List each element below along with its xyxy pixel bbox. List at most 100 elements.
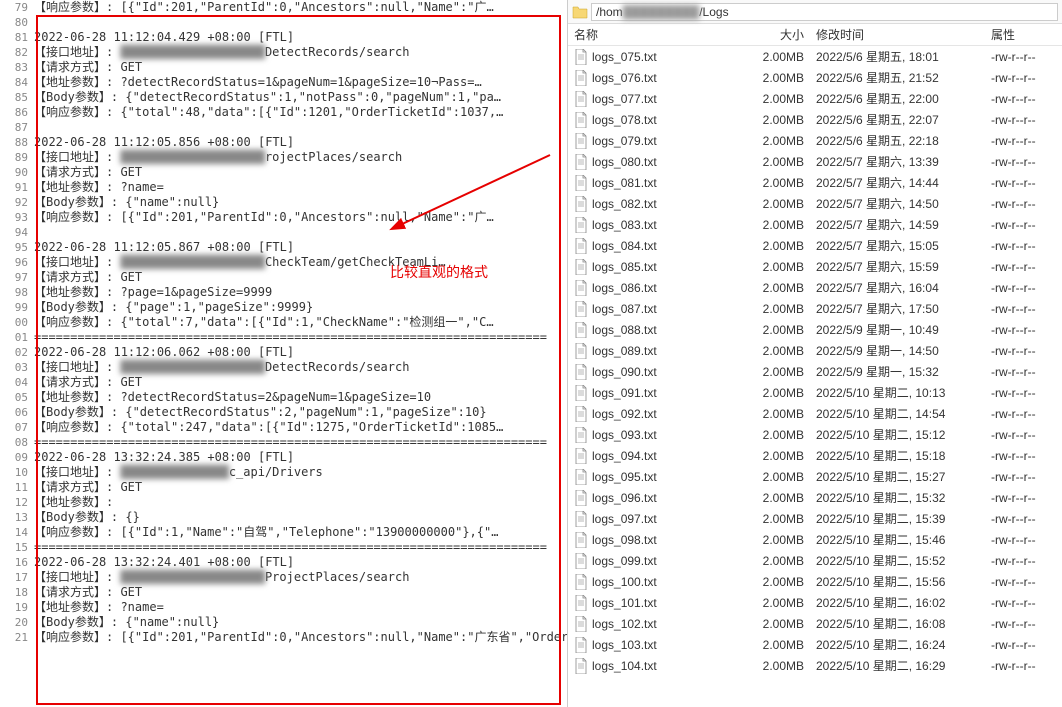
file-row[interactable]: logs_100.txt2.00MB2022/5/10 星期二, 15:56-r… bbox=[568, 571, 1062, 592]
header-size[interactable]: 大小 bbox=[747, 26, 812, 43]
code-line[interactable]: 【响应参数】: [{"Id":201,"ParentId":0,"Ancesto… bbox=[34, 0, 567, 15]
file-row[interactable]: logs_078.txt2.00MB2022/5/6 星期五, 22:07-rw… bbox=[568, 109, 1062, 130]
code-line[interactable]: 2022-06-28 11:12:06.062 +08:00 [FTL] bbox=[34, 345, 567, 360]
code-line[interactable] bbox=[34, 15, 567, 30]
file-row[interactable]: logs_094.txt2.00MB2022/5/10 星期二, 15:18-r… bbox=[568, 445, 1062, 466]
code-line[interactable]: 2022-06-28 11:12:04.429 +08:00 [FTL] bbox=[34, 30, 567, 45]
file-date: 2022/5/10 星期二, 15:52 bbox=[812, 552, 987, 569]
file-size: 2.00MB bbox=[747, 428, 812, 442]
code-line[interactable]: ========================================… bbox=[34, 330, 567, 345]
file-name: logs_081.txt bbox=[592, 176, 657, 190]
file-size: 2.00MB bbox=[747, 50, 812, 64]
file-row[interactable]: logs_099.txt2.00MB2022/5/10 星期二, 15:52-r… bbox=[568, 550, 1062, 571]
code-line[interactable]: 【Body参数】: {"page":1,"pageSize":9999} bbox=[34, 300, 567, 315]
code-line[interactable]: 【地址参数】: ?name= bbox=[34, 180, 567, 195]
file-row[interactable]: logs_091.txt2.00MB2022/5/10 星期二, 10:13-r… bbox=[568, 382, 1062, 403]
file-row[interactable]: logs_103.txt2.00MB2022/5/10 星期二, 16:24-r… bbox=[568, 634, 1062, 655]
code-line[interactable]: 【响应参数】: [{"Id":1,"Name":"自驾","Telephone"… bbox=[34, 525, 567, 540]
file-attr: -rw-r--r-- bbox=[987, 302, 1062, 316]
file-name: logs_104.txt bbox=[592, 659, 657, 673]
file-row[interactable]: logs_079.txt2.00MB2022/5/6 星期五, 22:18-rw… bbox=[568, 130, 1062, 151]
file-row[interactable]: logs_075.txt2.00MB2022/5/6 星期五, 18:01-rw… bbox=[568, 46, 1062, 67]
file-date: 2022/5/7 星期六, 17:50 bbox=[812, 300, 987, 317]
code-line[interactable]: 2022-06-28 13:32:24.385 +08:00 [FTL] bbox=[34, 450, 567, 465]
code-line[interactable]: 2022-06-28 11:12:05.856 +08:00 [FTL] bbox=[34, 135, 567, 150]
file-date: 2022/5/10 星期二, 14:54 bbox=[812, 405, 987, 422]
code-line[interactable]: 【请求方式】: GET bbox=[34, 375, 567, 390]
file-attr: -rw-r--r-- bbox=[987, 197, 1062, 211]
code-line[interactable]: 【接口地址】: ███████████████c_api/Drivers bbox=[34, 465, 567, 480]
file-name: logs_097.txt bbox=[592, 512, 657, 526]
code-line[interactable]: 2022-06-28 11:12:05.867 +08:00 [FTL] bbox=[34, 240, 567, 255]
file-size: 2.00MB bbox=[747, 260, 812, 274]
code-line[interactable]: 【请求方式】: GET bbox=[34, 480, 567, 495]
code-line[interactable]: 【请求方式】: GET bbox=[34, 60, 567, 75]
file-row[interactable]: logs_092.txt2.00MB2022/5/10 星期二, 14:54-r… bbox=[568, 403, 1062, 424]
file-date: 2022/5/6 星期五, 21:52 bbox=[812, 69, 987, 86]
code-line[interactable]: 【Body参数】: {"detectRecordStatus":1,"notPa… bbox=[34, 90, 567, 105]
code-line[interactable]: 【响应参数】: {"total":247,"data":[{"Id":1275,… bbox=[34, 420, 567, 435]
code-line[interactable]: 【地址参数】: ?name= bbox=[34, 600, 567, 615]
file-name: logs_092.txt bbox=[592, 407, 657, 421]
file-name: logs_100.txt bbox=[592, 575, 657, 589]
file-size: 2.00MB bbox=[747, 281, 812, 295]
file-row[interactable]: logs_077.txt2.00MB2022/5/6 星期五, 22:00-rw… bbox=[568, 88, 1062, 109]
file-row[interactable]: logs_101.txt2.00MB2022/5/10 星期二, 16:02-r… bbox=[568, 592, 1062, 613]
code-line[interactable]: 【Body参数】: {"name":null} bbox=[34, 195, 567, 210]
file-date: 2022/5/10 星期二, 15:27 bbox=[812, 468, 987, 485]
code-line[interactable]: 【接口地址】: ████████████████████rojectPlaces… bbox=[34, 150, 567, 165]
code-line[interactable]: 【请求方式】: GET bbox=[34, 165, 567, 180]
file-date: 2022/5/10 星期二, 10:13 bbox=[812, 384, 987, 401]
code-line[interactable]: 【响应参数】: {"total":48,"data":[{"Id":1201,"… bbox=[34, 105, 567, 120]
file-row[interactable]: logs_089.txt2.00MB2022/5/9 星期一, 14:50-rw… bbox=[568, 340, 1062, 361]
code-line[interactable]: 【响应参数】: [{"Id":201,"ParentId":0,"Ancesto… bbox=[34, 630, 567, 645]
file-row[interactable]: logs_087.txt2.00MB2022/5/7 星期六, 17:50-rw… bbox=[568, 298, 1062, 319]
file-date: 2022/5/10 星期二, 15:46 bbox=[812, 531, 987, 548]
file-row[interactable]: logs_096.txt2.00MB2022/5/10 星期二, 15:32-r… bbox=[568, 487, 1062, 508]
file-row[interactable]: logs_085.txt2.00MB2022/5/7 星期六, 15:59-rw… bbox=[568, 256, 1062, 277]
code-line[interactable]: 【接口地址】: ████████████████████DetectRecord… bbox=[34, 360, 567, 375]
file-row[interactable]: logs_090.txt2.00MB2022/5/9 星期一, 15:32-rw… bbox=[568, 361, 1062, 382]
file-row[interactable]: logs_081.txt2.00MB2022/5/7 星期六, 14:44-rw… bbox=[568, 172, 1062, 193]
code-line[interactable]: 【地址参数】: ?detectRecordStatus=2&pageNum=1&… bbox=[34, 390, 567, 405]
code-line[interactable]: 2022-06-28 13:32:24.401 +08:00 [FTL] bbox=[34, 555, 567, 570]
file-row[interactable]: logs_086.txt2.00MB2022/5/7 星期六, 16:04-rw… bbox=[568, 277, 1062, 298]
header-name[interactable]: 名称 bbox=[568, 26, 747, 43]
file-row[interactable]: logs_080.txt2.00MB2022/5/7 星期六, 13:39-rw… bbox=[568, 151, 1062, 172]
code-line[interactable]: 【响应参数】: [{"Id":201,"ParentId":0,"Ancesto… bbox=[34, 210, 567, 225]
file-row[interactable]: logs_098.txt2.00MB2022/5/10 星期二, 15:46-r… bbox=[568, 529, 1062, 550]
file-attr: -rw-r--r-- bbox=[987, 71, 1062, 85]
file-row[interactable]: logs_095.txt2.00MB2022/5/10 星期二, 15:27-r… bbox=[568, 466, 1062, 487]
header-attr[interactable]: 属性 bbox=[987, 26, 1062, 43]
file-attr: -rw-r--r-- bbox=[987, 407, 1062, 421]
code-line[interactable]: 【Body参数】: {"detectRecordStatus":2,"pageN… bbox=[34, 405, 567, 420]
code-line[interactable] bbox=[34, 225, 567, 240]
file-row[interactable]: logs_097.txt2.00MB2022/5/10 星期二, 15:39-r… bbox=[568, 508, 1062, 529]
code-line[interactable] bbox=[34, 120, 567, 135]
file-row[interactable]: logs_083.txt2.00MB2022/5/7 星期六, 14:59-rw… bbox=[568, 214, 1062, 235]
code-line[interactable]: 【接口地址】: ████████████████████ProjectPlace… bbox=[34, 570, 567, 585]
path-input[interactable]: /hom█████████/Logs bbox=[591, 3, 1058, 21]
file-row[interactable]: logs_104.txt2.00MB2022/5/10 星期二, 16:29-r… bbox=[568, 655, 1062, 676]
file-row[interactable]: logs_088.txt2.00MB2022/5/9 星期一, 10:49-rw… bbox=[568, 319, 1062, 340]
code-line[interactable]: 【地址参数】: ?page=1&pageSize=9999 bbox=[34, 285, 567, 300]
code-content[interactable]: 【响应参数】: [{"Id":201,"ParentId":0,"Ancesto… bbox=[34, 0, 567, 645]
code-line[interactable]: 【Body参数】: {} bbox=[34, 510, 567, 525]
file-attr: -rw-r--r-- bbox=[987, 113, 1062, 127]
code-line[interactable]: 【Body参数】: {"name":null} bbox=[34, 615, 567, 630]
code-line[interactable]: 【请求方式】: GET bbox=[34, 585, 567, 600]
file-row[interactable]: logs_093.txt2.00MB2022/5/10 星期二, 15:12-r… bbox=[568, 424, 1062, 445]
code-line[interactable]: 【接口地址】: ████████████████████DetectRecord… bbox=[34, 45, 567, 60]
file-size: 2.00MB bbox=[747, 197, 812, 211]
code-line[interactable]: 【响应参数】: {"total":7,"data":[{"Id":1,"Chec… bbox=[34, 315, 567, 330]
file-row[interactable]: logs_076.txt2.00MB2022/5/6 星期五, 21:52-rw… bbox=[568, 67, 1062, 88]
code-line[interactable]: 【地址参数】: bbox=[34, 495, 567, 510]
file-row[interactable]: logs_084.txt2.00MB2022/5/7 星期六, 15:05-rw… bbox=[568, 235, 1062, 256]
code-line[interactable]: ========================================… bbox=[34, 435, 567, 450]
annotation-label: 比较直观的格式 bbox=[390, 262, 488, 282]
file-row[interactable]: logs_082.txt2.00MB2022/5/7 星期六, 14:50-rw… bbox=[568, 193, 1062, 214]
header-date[interactable]: 修改时间 bbox=[812, 26, 987, 43]
code-line[interactable]: ========================================… bbox=[34, 540, 567, 555]
file-row[interactable]: logs_102.txt2.00MB2022/5/10 星期二, 16:08-r… bbox=[568, 613, 1062, 634]
code-line[interactable]: 【地址参数】: ?detectRecordStatus=1&pageNum=1&… bbox=[34, 75, 567, 90]
